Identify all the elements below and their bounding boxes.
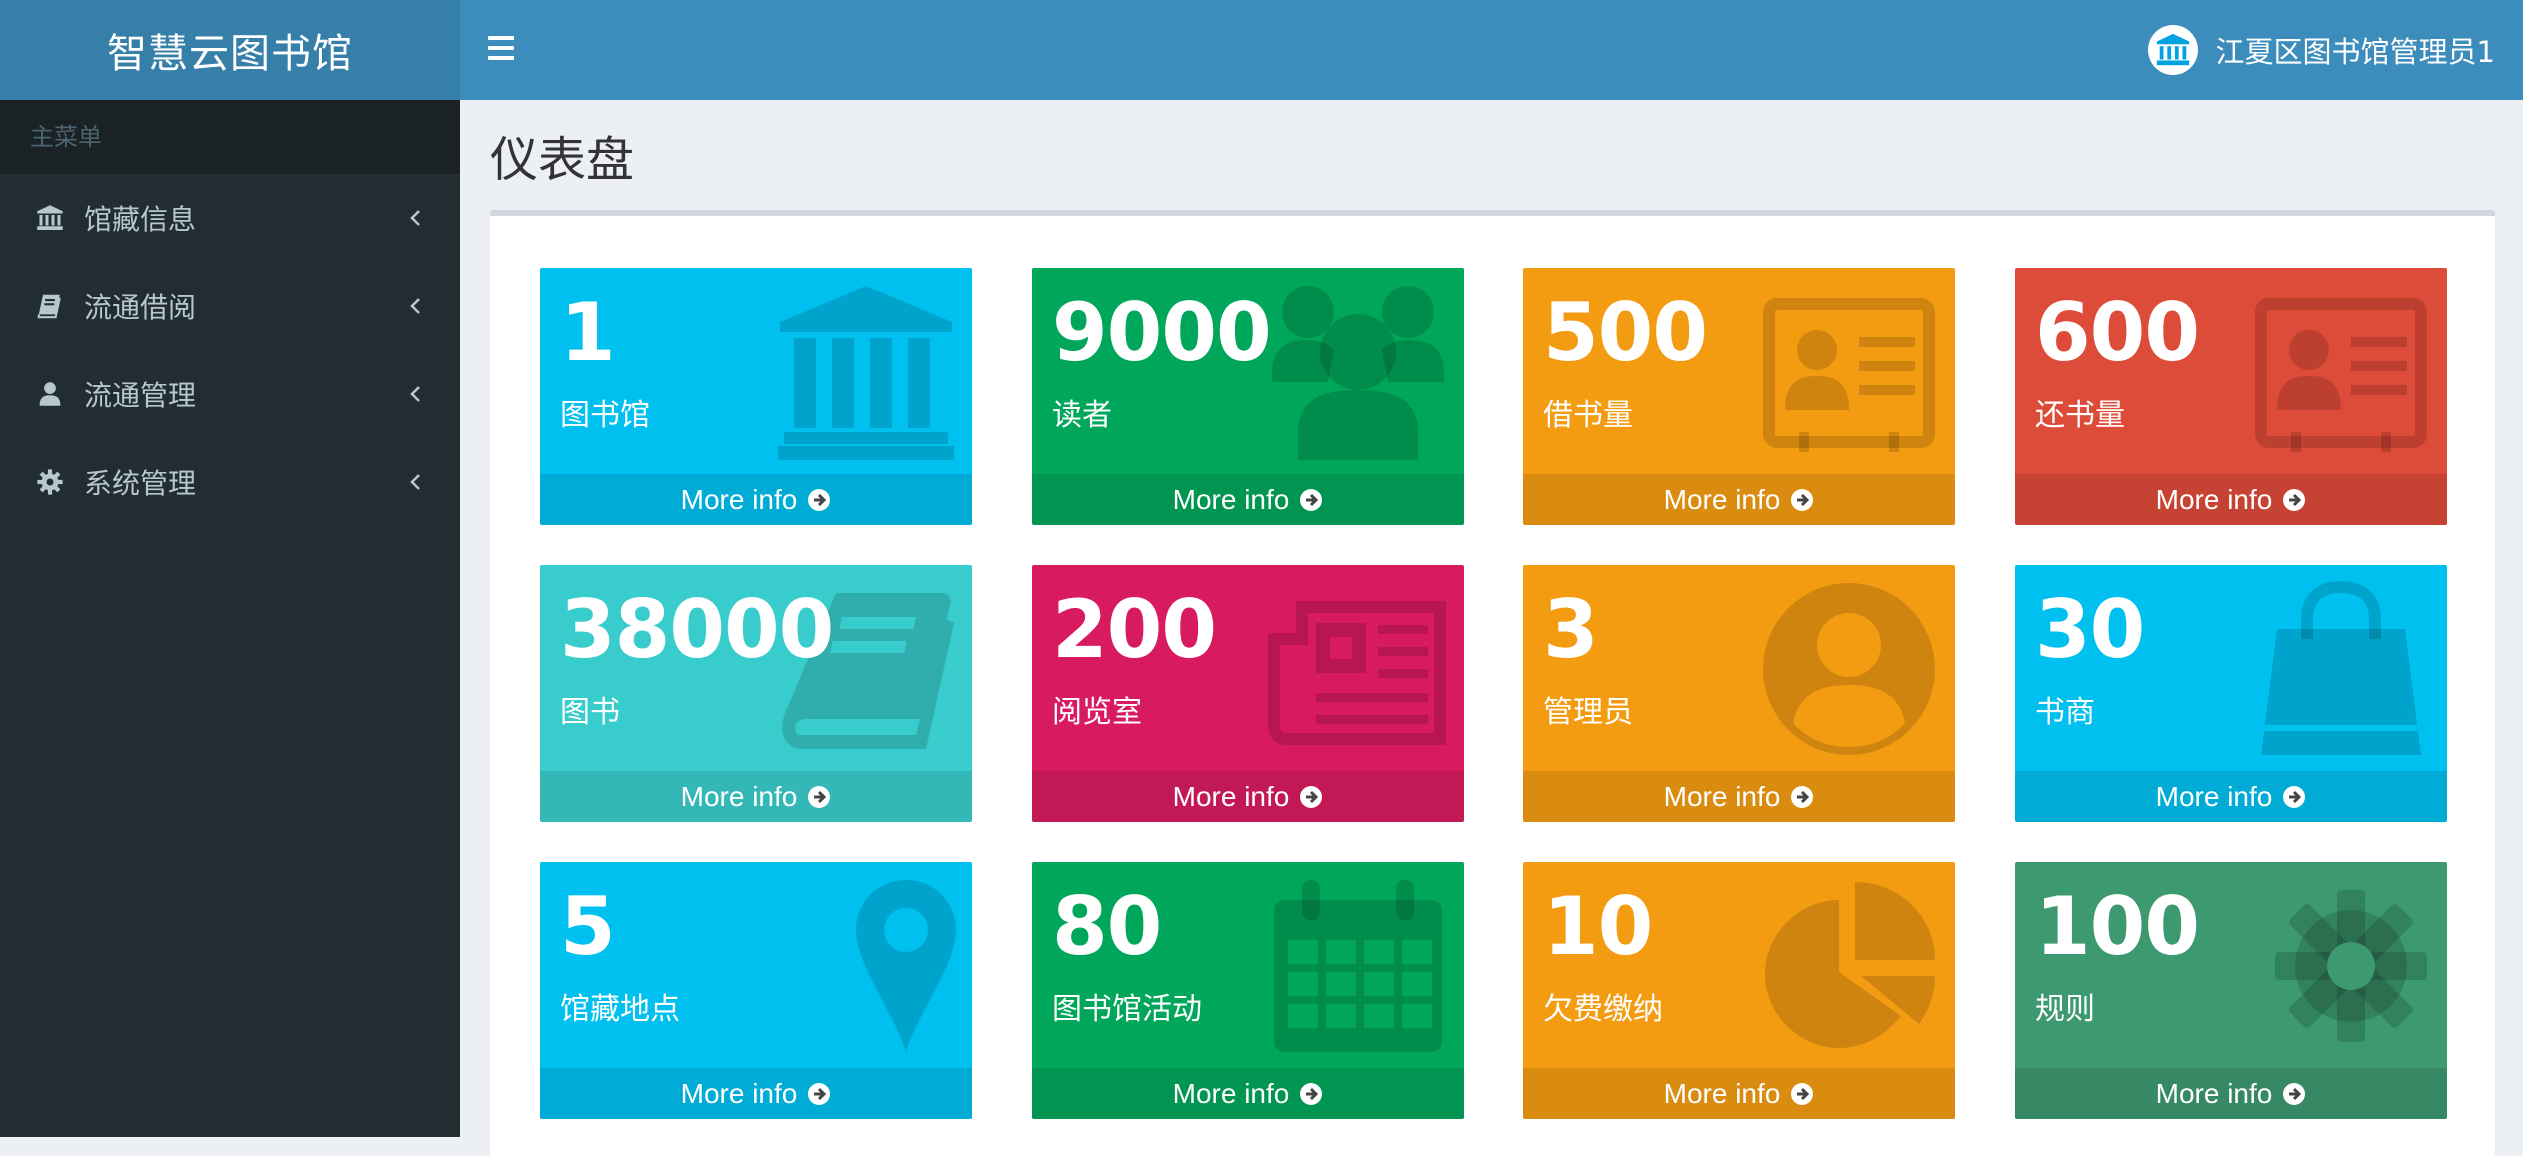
sidebar-item-system-manage[interactable]: 系统管理 xyxy=(0,438,460,526)
more-info-link[interactable]: More info xyxy=(2015,474,2447,525)
map-marker-icon xyxy=(856,880,956,1052)
tile-value: 80 xyxy=(1052,880,1162,973)
sidebar: 主菜单 馆藏信息 流通借阅 流通管理 系统管理 xyxy=(0,100,460,1137)
arrow-circle-right-icon xyxy=(808,785,831,808)
user-circle-icon xyxy=(1763,583,1935,755)
id-card-icon xyxy=(1763,298,1935,452)
arrow-circle-right-icon xyxy=(1791,785,1814,808)
tile-value: 3 xyxy=(1543,583,1599,676)
small-box-locations: 5 馆藏地点 More info xyxy=(540,862,972,1119)
arrow-circle-right-icon xyxy=(2283,1082,2306,1105)
avatar xyxy=(2147,25,2198,75)
small-box-books: 38000 图书 More info xyxy=(540,565,972,822)
shopping-bag-icon xyxy=(2261,580,2421,755)
sidebar-item-collection-info[interactable]: 馆藏信息 xyxy=(0,174,460,262)
tile-label: 馆藏地点 xyxy=(560,992,680,1027)
arrow-circle-right-icon xyxy=(1791,488,1814,511)
tile-value: 100 xyxy=(2035,880,2200,973)
small-box-readers: 9000 读者 More info xyxy=(1032,268,1464,525)
tile-value: 5 xyxy=(560,880,616,973)
arrow-circle-right-icon xyxy=(2283,785,2306,808)
more-info-link[interactable]: More info xyxy=(540,771,972,822)
user-name: 江夏区图书馆管理员1 xyxy=(2215,35,2495,69)
user-icon xyxy=(34,378,66,410)
small-box-admins: 3 管理员 More info xyxy=(1523,565,1955,822)
more-info-link[interactable]: More info xyxy=(2015,1068,2447,1119)
arrow-circle-right-icon xyxy=(808,488,831,511)
tile-label: 规则 xyxy=(2035,992,2095,1027)
tile-value: 200 xyxy=(1052,583,1217,676)
tile-label: 读者 xyxy=(1052,398,1112,433)
tile-label: 书商 xyxy=(2035,695,2095,730)
bank-icon xyxy=(34,202,66,234)
more-info-link[interactable]: More info xyxy=(1523,771,1955,822)
tile-value: 30 xyxy=(2035,583,2145,676)
tile-label: 欠费缴纳 xyxy=(1543,992,1663,1027)
bank-icon xyxy=(2156,33,2189,66)
more-info-link[interactable]: More info xyxy=(1523,1068,1955,1119)
tile-label: 还书量 xyxy=(2035,398,2125,433)
app-logo[interactable]: 智慧云图书馆 xyxy=(0,0,460,100)
tile-value: 38000 xyxy=(560,583,834,676)
sidebar-toggle-icon[interactable] xyxy=(488,36,514,62)
more-info-link[interactable]: More info xyxy=(540,1068,972,1119)
tile-label: 图书馆 xyxy=(560,398,650,433)
small-box-returned: 600 还书量 More info xyxy=(2015,268,2447,525)
bank-icon xyxy=(778,286,954,460)
dashboard-box: 1 图书馆 More info 9000 读者 More info 500 借书… xyxy=(490,210,2495,1156)
more-info-link[interactable]: More info xyxy=(1523,474,1955,525)
more-info-link[interactable]: More info xyxy=(1032,474,1464,525)
page-title: 仪表盘 xyxy=(490,132,635,188)
newspaper-icon xyxy=(1268,601,1446,745)
chevron-left-icon xyxy=(408,262,422,350)
book-icon xyxy=(34,290,66,322)
tile-value: 600 xyxy=(2035,286,2200,379)
tile-value: 10 xyxy=(1543,880,1653,973)
small-box-rules: 100 规则 More info xyxy=(2015,862,2447,1119)
more-info-link[interactable]: More info xyxy=(1032,771,1464,822)
gear-icon xyxy=(34,466,66,498)
chevron-left-icon xyxy=(408,438,422,526)
chevron-left-icon xyxy=(408,174,422,262)
users-icon xyxy=(1272,286,1444,460)
tile-label: 图书馆活动 xyxy=(1052,992,1202,1027)
arrow-circle-right-icon xyxy=(808,1082,831,1105)
more-info-link[interactable]: More info xyxy=(2015,771,2447,822)
top-navbar: 江夏区图书馆管理员1 xyxy=(460,0,2523,100)
tile-label: 图书 xyxy=(560,695,620,730)
small-box-libraries: 1 图书馆 More info xyxy=(540,268,972,525)
sidebar-item-circulation-manage[interactable]: 流通管理 xyxy=(0,350,460,438)
tile-label: 管理员 xyxy=(1543,695,1633,730)
more-info-link[interactable]: More info xyxy=(1032,1068,1464,1119)
chevron-left-icon xyxy=(408,350,422,438)
sidebar-item-label: 系统管理 xyxy=(84,467,197,500)
tile-label: 阅览室 xyxy=(1052,695,1142,730)
gear-icon xyxy=(2275,890,2427,1042)
arrow-circle-right-icon xyxy=(1300,488,1323,511)
arrow-circle-right-icon xyxy=(1300,785,1323,808)
small-box-reading-rooms: 200 阅览室 More info xyxy=(1032,565,1464,822)
small-box-vendors: 30 书商 More info xyxy=(2015,565,2447,822)
tile-value: 500 xyxy=(1543,286,1708,379)
calendar-icon xyxy=(1274,880,1442,1052)
id-card-icon xyxy=(2255,298,2427,452)
user-menu[interactable]: 江夏区图书馆管理员1 xyxy=(2147,0,2495,100)
small-box-borrowed: 500 借书量 More info xyxy=(1523,268,1955,525)
sidebar-item-label: 流通借阅 xyxy=(84,291,197,324)
small-box-fines: 10 欠费缴纳 More info xyxy=(1523,862,1955,1119)
sidebar-item-label: 馆藏信息 xyxy=(84,203,197,236)
sidebar-item-circulation-borrow[interactable]: 流通借阅 xyxy=(0,262,460,350)
pie-chart-icon xyxy=(1765,882,1935,1048)
sidebar-item-label: 流通管理 xyxy=(84,379,197,412)
tile-value: 1 xyxy=(560,286,616,379)
sidebar-header: 主菜单 xyxy=(0,100,460,174)
arrow-circle-right-icon xyxy=(1300,1082,1323,1105)
tile-value: 9000 xyxy=(1052,286,1272,379)
arrow-circle-right-icon xyxy=(1791,1082,1814,1105)
tile-label: 借书量 xyxy=(1543,398,1633,433)
small-box-activities: 80 图书馆活动 More info xyxy=(1032,862,1464,1119)
more-info-link[interactable]: More info xyxy=(540,474,972,525)
arrow-circle-right-icon xyxy=(2283,488,2306,511)
